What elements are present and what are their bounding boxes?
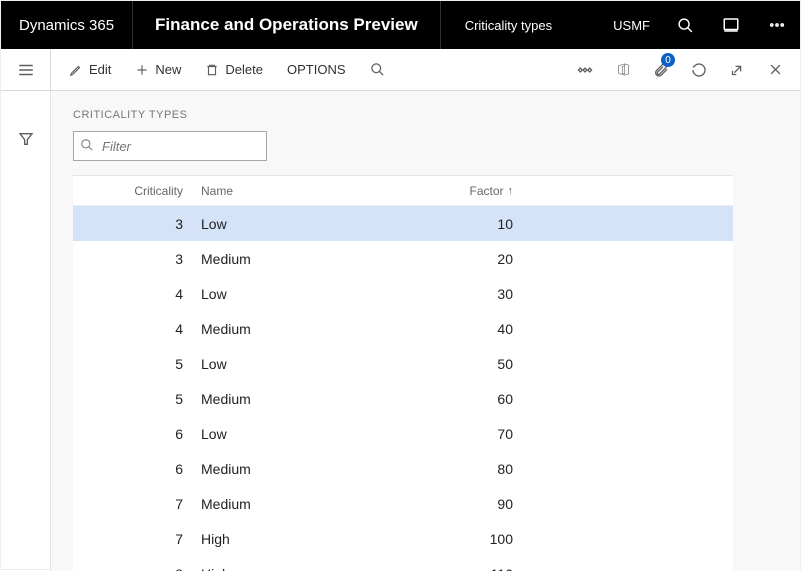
- app-title: Finance and Operations Preview: [133, 1, 441, 49]
- cell-criticality: 5: [93, 356, 193, 372]
- new-label: New: [155, 62, 181, 77]
- close-icon[interactable]: [758, 49, 792, 90]
- cell-factor: 70: [393, 426, 513, 442]
- legal-entity[interactable]: USMF: [601, 1, 662, 49]
- cell-name: Medium: [193, 321, 393, 337]
- hamburger-icon[interactable]: [1, 49, 51, 90]
- more-icon[interactable]: [754, 1, 800, 49]
- cell-criticality: 8: [93, 566, 193, 571]
- cell-name: Low: [193, 426, 393, 442]
- cell-name: Low: [193, 216, 393, 232]
- cell-criticality: 3: [93, 216, 193, 232]
- table-row[interactable]: 4Low30: [73, 276, 733, 311]
- table-row[interactable]: 6Medium80: [73, 451, 733, 486]
- refresh-icon[interactable]: [682, 49, 716, 90]
- feedback-icon[interactable]: [708, 1, 754, 49]
- filter-pane-icon[interactable]: [6, 121, 46, 157]
- cell-criticality: 5: [93, 391, 193, 407]
- col-criticality[interactable]: Criticality: [93, 184, 193, 198]
- table-row[interactable]: 8High110: [73, 556, 733, 571]
- options-button[interactable]: OPTIONS: [277, 49, 356, 90]
- connector-icon[interactable]: [568, 49, 602, 90]
- cell-factor: 20: [393, 251, 513, 267]
- find-button[interactable]: [360, 49, 395, 90]
- table-row[interactable]: 3Medium20: [73, 241, 733, 276]
- cell-criticality: 6: [93, 426, 193, 442]
- content-area: CRITICALITY TYPES Criticality Name Facto…: [51, 91, 800, 571]
- table-row[interactable]: 6Low70: [73, 416, 733, 451]
- edit-label: Edit: [89, 62, 111, 77]
- command-row: Edit New Delete OPTIONS 0: [1, 49, 800, 91]
- brand[interactable]: Dynamics 365: [1, 1, 133, 49]
- top-bar: Dynamics 365 Finance and Operations Prev…: [1, 1, 800, 49]
- col-factor-label: Factor: [469, 184, 503, 198]
- cell-name: Medium: [193, 251, 393, 267]
- filter-field: [73, 131, 267, 161]
- cell-criticality: 7: [93, 531, 193, 547]
- cell-criticality: 4: [93, 286, 193, 302]
- cell-factor: 50: [393, 356, 513, 372]
- cell-criticality: 7: [93, 496, 193, 512]
- cell-factor: 100: [393, 531, 513, 547]
- grid-header: Criticality Name Factor ↑: [73, 176, 733, 206]
- filter-input[interactable]: [73, 131, 267, 161]
- body: CRITICALITY TYPES Criticality Name Facto…: [1, 91, 800, 571]
- cell-factor: 30: [393, 286, 513, 302]
- left-rail: [1, 91, 51, 571]
- delete-button[interactable]: Delete: [195, 49, 273, 90]
- cell-name: High: [193, 566, 393, 571]
- cell-name: Low: [193, 286, 393, 302]
- table-row[interactable]: 7Medium90: [73, 486, 733, 521]
- cell-name: Medium: [193, 496, 393, 512]
- options-label: OPTIONS: [287, 62, 346, 77]
- cell-factor: 40: [393, 321, 513, 337]
- edit-button[interactable]: Edit: [59, 49, 121, 90]
- cell-factor: 90: [393, 496, 513, 512]
- office-icon[interactable]: [606, 49, 640, 90]
- cell-name: Medium: [193, 461, 393, 477]
- attachments-badge: 0: [661, 53, 675, 67]
- cell-criticality: 6: [93, 461, 193, 477]
- data-grid: Criticality Name Factor ↑ 3Low103Medium2…: [73, 175, 733, 571]
- cell-criticality: 3: [93, 251, 193, 267]
- col-factor[interactable]: Factor ↑: [393, 184, 513, 198]
- table-row[interactable]: 5Low50: [73, 346, 733, 381]
- search-icon[interactable]: [662, 1, 708, 49]
- cell-name: Low: [193, 356, 393, 372]
- filter-search-icon: [80, 138, 94, 155]
- section-title: CRITICALITY TYPES: [73, 109, 778, 121]
- new-button[interactable]: New: [125, 49, 191, 90]
- table-row[interactable]: 5Medium60: [73, 381, 733, 416]
- cell-factor: 110: [393, 566, 513, 571]
- table-row[interactable]: 3Low10: [73, 206, 733, 241]
- popout-icon[interactable]: [720, 49, 754, 90]
- attachments-icon[interactable]: 0: [644, 49, 678, 90]
- cell-criticality: 4: [93, 321, 193, 337]
- cell-factor: 80: [393, 461, 513, 477]
- cell-factor: 10: [393, 216, 513, 232]
- delete-label: Delete: [225, 62, 263, 77]
- sort-asc-icon: ↑: [508, 185, 514, 197]
- table-row[interactable]: 7High100: [73, 521, 733, 556]
- col-name[interactable]: Name: [193, 184, 393, 198]
- breadcrumb[interactable]: Criticality types: [441, 1, 576, 49]
- command-bar: Edit New Delete OPTIONS 0: [51, 49, 800, 90]
- cell-factor: 60: [393, 391, 513, 407]
- cell-name: High: [193, 531, 393, 547]
- table-row[interactable]: 4Medium40: [73, 311, 733, 346]
- cell-name: Medium: [193, 391, 393, 407]
